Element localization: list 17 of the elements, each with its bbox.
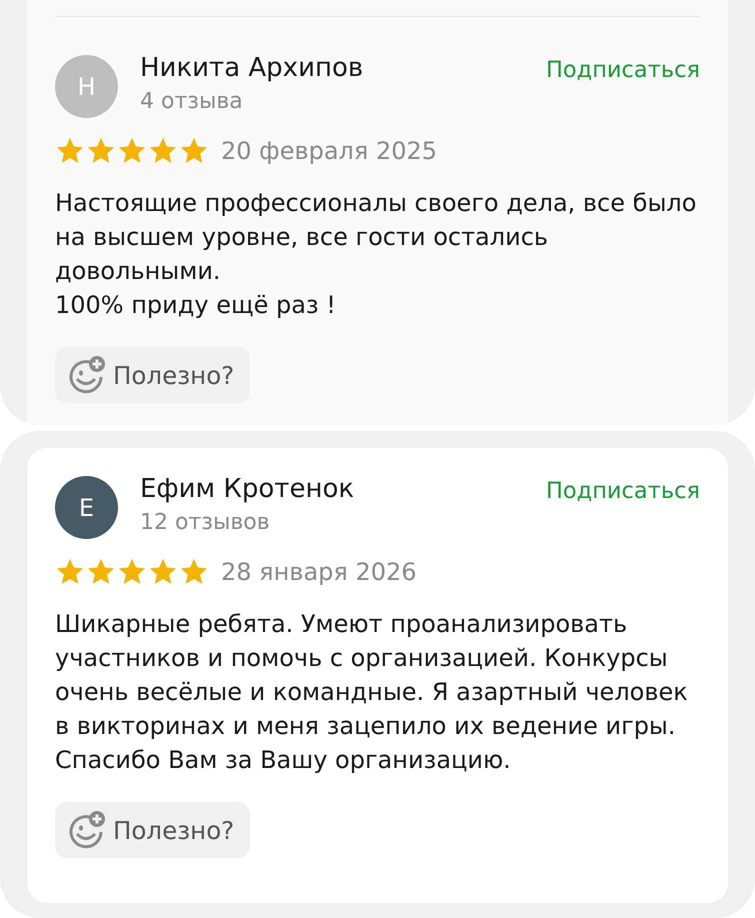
avatar: Н <box>55 55 118 118</box>
author-name[interactable]: Ефим Кротенок <box>140 474 546 504</box>
helpful-button[interactable]: Полезно? <box>55 347 250 403</box>
review-text: 100% приду ещё раз ! <box>55 290 337 321</box>
review-date: 20 февраля 2025 <box>221 137 438 165</box>
author-name[interactable]: Никита Архипов <box>140 53 546 83</box>
avatar: Е <box>55 476 118 539</box>
subscribe-link[interactable]: Подписаться <box>546 478 700 504</box>
helpful-button[interactable]: Полезно? <box>55 802 250 858</box>
review-text: Шикарные ребята. Умеют проанализировать участников и помочь с организацией. Конкурсы очень весёлые и командные. Я азартный человек в викторинах и меня зацепило их ведение игры. Спасибо Вам за Вашу организацию. <box>55 609 689 776</box>
review-date: 28 января 2026 <box>221 558 417 586</box>
review-text: Настоящие профессионалы своего дела, все было на высшем уровне, все гости остались довольными. <box>55 188 698 287</box>
subscribe-link[interactable]: Подписаться <box>546 57 700 83</box>
review-count: 4 отзыва <box>140 89 244 114</box>
smiley-plus-icon <box>67 810 107 850</box>
smiley-plus-icon <box>67 355 107 395</box>
review-count: 12 отзывов <box>140 510 271 535</box>
